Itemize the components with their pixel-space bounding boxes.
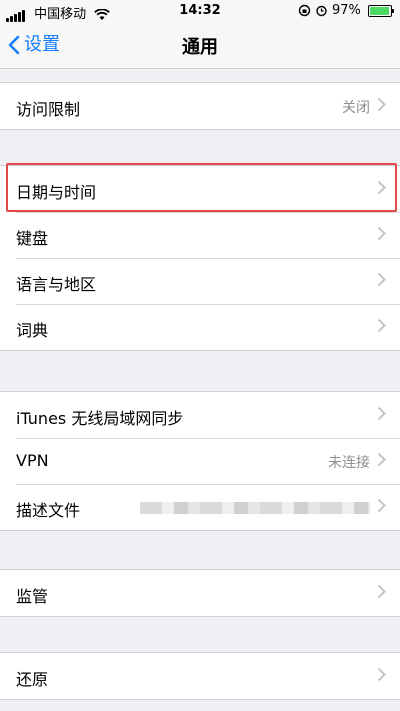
row-value: 关闭 [342,100,370,116]
row-keyboard[interactable]: 键盘 [0,212,400,258]
alarm-icon [316,5,327,17]
row-profiles[interactable]: 描述文件 [0,484,400,530]
row-label: iTunes 无线局域网同步 [16,409,184,428]
chevron-right-icon [377,452,386,467]
row-vpn[interactable]: VPN 未连接 [0,438,400,484]
row-label: 词典 [16,321,49,340]
row-label: 描述文件 [16,501,81,520]
status-bar: 中国移动 14:32 97% [0,0,400,22]
obscured-value [140,502,370,514]
row-label: 还原 [16,670,49,689]
row-label: 语言与地区 [16,275,97,294]
row-reset[interactable]: 还原 [0,653,400,699]
settings-group-network: iTunes 无线局域网同步 VPN 未连接 描述文件 [0,391,400,531]
chevron-right-icon [377,180,386,195]
settings-group-input: 日期与时间 键盘 语言与地区 词典 [0,165,400,351]
chevron-right-icon [377,498,386,513]
chevron-right-icon [377,667,386,682]
row-supervision[interactable]: 监管 [0,570,400,616]
row-restrictions[interactable]: 访问限制 关闭 [0,83,400,129]
row-label: 日期与时间 [16,183,97,202]
navigation-bar: 设置 通用 [0,22,400,69]
chevron-right-icon [377,226,386,241]
row-label: 键盘 [16,229,49,248]
chevron-right-icon [377,406,386,421]
row-label: 访问限制 [16,100,81,119]
row-label: 监管 [16,587,49,606]
chevron-right-icon [377,272,386,287]
settings-group-restrictions: 访问限制 关闭 [0,82,400,130]
settings-group-supervision: 监管 [0,569,400,617]
chevron-right-icon [377,97,386,112]
chevron-right-icon [377,584,386,599]
row-date-time[interactable]: 日期与时间 [0,166,400,212]
row-label: VPN [16,451,49,470]
chevron-right-icon [377,318,386,333]
settings-group-reset: 还原 [0,652,400,700]
row-language-region[interactable]: 语言与地区 [0,258,400,304]
row-value: 未连接 [328,455,370,471]
status-right: 97% [298,3,394,18]
row-itunes-wifi-sync[interactable]: iTunes 无线局域网同步 [0,392,400,438]
orientation-lock-icon [298,4,310,17]
row-dictionary[interactable]: 词典 [0,304,400,350]
battery-icon [368,4,394,17]
battery-percent: 97% [331,3,361,18]
page-title: 通用 [182,37,218,58]
